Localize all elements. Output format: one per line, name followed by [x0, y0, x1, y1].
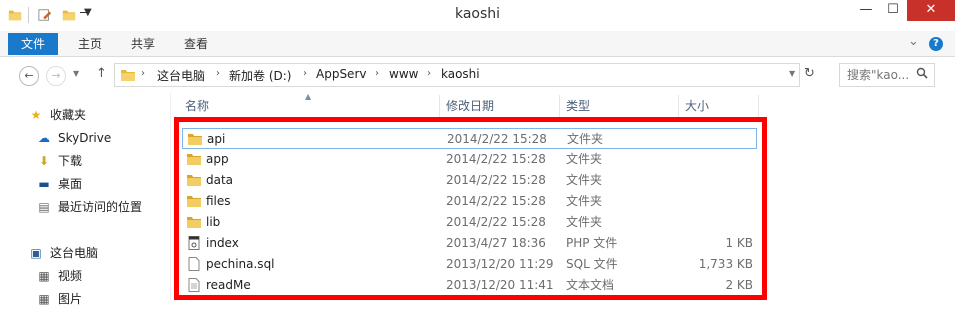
- tab-view[interactable]: 查看: [184, 33, 208, 55]
- breadcrumb-separator[interactable]: ›: [216, 68, 220, 79]
- desktop-icon: ▬: [38, 177, 50, 191]
- picture-folder-icon: ▦: [38, 292, 50, 306]
- tab-share[interactable]: 共享: [131, 33, 155, 55]
- minimize-button[interactable]: —: [853, 0, 879, 21]
- expand-ribbon-icon[interactable]: ⌄: [908, 34, 919, 49]
- breadcrumb-appserv[interactable]: AppServ: [316, 67, 366, 81]
- tab-file[interactable]: 文件: [8, 33, 58, 55]
- window-title: kaoshi: [454, 6, 501, 22]
- nav-recent-label: 最近访问的位置: [58, 200, 143, 214]
- breadcrumb-separator[interactable]: ›: [375, 68, 379, 79]
- back-button[interactable]: ←: [19, 66, 39, 86]
- folder-icon: [121, 70, 135, 81]
- star-icon: ★: [30, 108, 42, 122]
- nav-downloads[interactable]: ⬇ 下载: [36, 151, 82, 171]
- forward-button[interactable]: →: [46, 66, 66, 86]
- column-header-size[interactable]: 大小: [685, 95, 709, 117]
- address-history-icon[interactable]: ▼: [789, 69, 795, 78]
- column-divider[interactable]: [439, 95, 440, 117]
- video-folder-icon: ▦: [38, 269, 50, 283]
- nav-desktop-label: 桌面: [58, 177, 83, 191]
- help-icon[interactable]: ?: [929, 37, 943, 51]
- column-divider[interactable]: [559, 95, 560, 117]
- nav-pictures-label: 图片: [58, 292, 83, 306]
- tab-home[interactable]: 主页: [78, 33, 102, 55]
- pane-divider: [170, 93, 171, 300]
- nav-favorites[interactable]: ★ 收藏夹: [28, 105, 86, 125]
- nav-pictures[interactable]: ▦ 图片: [36, 289, 82, 309]
- nav-this-pc[interactable]: ▣ 这台电脑: [28, 243, 98, 263]
- highlight-annotation-box: [174, 117, 767, 300]
- breadcrumb-separator[interactable]: ›: [141, 68, 145, 79]
- maximize-button[interactable]: ☐: [880, 0, 906, 21]
- breadcrumb-this-pc[interactable]: 这台电脑: [157, 67, 205, 84]
- download-folder-icon: ⬇: [38, 154, 50, 168]
- column-divider[interactable]: [678, 95, 679, 117]
- search-icon[interactable]: [916, 67, 928, 79]
- nav-skydrive-label: SkyDrive: [58, 131, 112, 145]
- breadcrumb-separator[interactable]: ›: [303, 68, 307, 79]
- up-button[interactable]: ↑: [96, 66, 107, 81]
- column-header-date[interactable]: 修改日期: [446, 95, 494, 117]
- refresh-icon[interactable]: ↻: [804, 66, 815, 81]
- breadcrumb-drive-d[interactable]: 新加卷 (D:): [229, 67, 291, 84]
- nav-recent[interactable]: ▤ 最近访问的位置: [36, 197, 142, 217]
- nav-desktop[interactable]: ▬ 桌面: [36, 174, 82, 194]
- sort-ascending-icon: ▲: [305, 92, 312, 101]
- breadcrumb-separator[interactable]: ›: [427, 68, 431, 79]
- column-header-type[interactable]: 类型: [566, 95, 590, 117]
- recent-places-icon: ▤: [38, 200, 50, 214]
- nav-this-pc-label: 这台电脑: [50, 246, 99, 260]
- column-header-name[interactable]: 名称: [185, 95, 209, 117]
- column-divider[interactable]: [758, 95, 759, 117]
- breadcrumb-kaoshi[interactable]: kaoshi: [441, 67, 480, 81]
- breadcrumb-www[interactable]: www: [389, 67, 418, 81]
- nav-skydrive[interactable]: ☁ SkyDrive: [36, 128, 111, 148]
- nav-favorites-label: 收藏夹: [50, 108, 87, 122]
- nav-downloads-label: 下载: [58, 154, 83, 168]
- computer-icon: ▣: [30, 246, 42, 260]
- nav-videos[interactable]: ▦ 视频: [36, 266, 82, 286]
- nav-videos-label: 视频: [58, 269, 83, 283]
- close-button[interactable]: ✕: [907, 0, 955, 21]
- recent-locations-icon[interactable]: ▼: [73, 69, 79, 78]
- cloud-icon: ☁: [38, 131, 50, 145]
